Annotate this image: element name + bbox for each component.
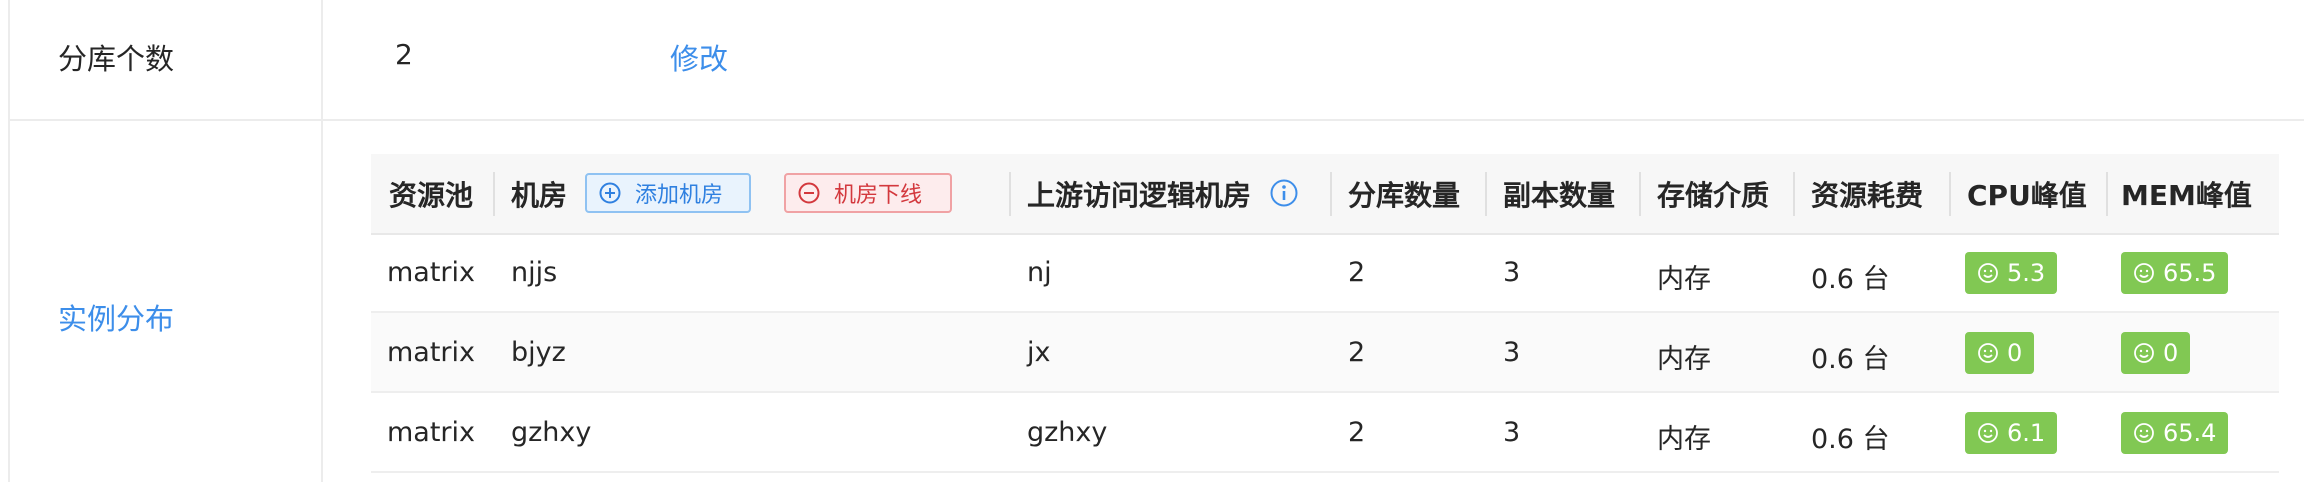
table-row: matrix bjyz jx 2 3 内存 0.6 台 0 0 — [371, 313, 2279, 393]
cell-shards: 2 — [1348, 337, 1366, 368]
cell-upstream: jx — [1027, 337, 1051, 368]
mem-peak-value: 65.5 — [2163, 259, 2217, 287]
col-header-cost: 资源耗费 — [1811, 179, 1924, 212]
shard-count-label: 分库个数 — [58, 42, 175, 76]
smile-icon — [1978, 423, 1998, 443]
smile-icon — [1978, 343, 1998, 363]
col-header-replicas: 副本数量 — [1503, 179, 1616, 212]
cell-upstream: nj — [1027, 257, 1052, 288]
header-divider — [1949, 172, 1951, 216]
left-border — [8, 0, 10, 482]
room-offline-label: 机房下线 — [834, 183, 923, 208]
header-divider — [1639, 172, 1641, 216]
cell-room: njjs — [511, 257, 558, 288]
label-column-divider — [321, 0, 323, 482]
cpu-peak-value: 0 — [2007, 339, 2023, 367]
cell-cost: 0.6 台 — [1811, 344, 1890, 375]
cell-cost: 0.6 台 — [1811, 264, 1890, 295]
smile-icon — [2134, 423, 2154, 443]
cell-medium: 内存 — [1657, 344, 1711, 375]
cpu-peak-badge: 5.3 — [1965, 252, 2058, 294]
minus-circle-icon — [798, 182, 820, 204]
cpu-peak-badge: 6.1 — [1965, 412, 2058, 454]
cell-replicas: 3 — [1503, 337, 1521, 368]
cpu-peak-value: 5.3 — [2007, 259, 2046, 287]
cell-replicas: 3 — [1503, 417, 1521, 448]
header-divider — [2106, 172, 2108, 216]
cell-cost: 0.6 台 — [1811, 424, 1890, 455]
cell-room: bjyz — [511, 337, 566, 368]
cell-pool: matrix — [387, 337, 476, 368]
cell-shards: 2 — [1348, 257, 1366, 288]
col-header-upstream: 上游访问逻辑机房 — [1027, 179, 1252, 212]
mem-peak-value: 0 — [2163, 339, 2179, 367]
mem-peak-badge: 65.5 — [2121, 252, 2229, 294]
service-detail-panel: 分库个数 2 修改 实例分布 资源池 机房 添加机房 机房下线 上游访问逻辑机房… — [0, 0, 2304, 482]
header-divider — [1009, 172, 1011, 216]
header-divider — [1330, 172, 1332, 216]
cell-pool: matrix — [387, 417, 476, 448]
add-room-label: 添加机房 — [635, 183, 724, 208]
instance-table: 资源池 机房 添加机房 机房下线 上游访问逻辑机房 分库数量 副本数量 存储介质… — [371, 154, 2279, 482]
table-row: matrix gzhxy gzhxy 2 3 内存 0.6 台 6.1 65.4 — [371, 393, 2279, 473]
cpu-peak-badge: 0 — [1965, 332, 2035, 374]
mem-peak-badge: 65.4 — [2121, 412, 2229, 454]
cell-replicas: 3 — [1503, 257, 1521, 288]
shard-count-value: 2 — [395, 38, 413, 71]
add-room-button[interactable]: 添加机房 — [585, 173, 751, 213]
info-circle-icon[interactable] — [1269, 178, 1299, 208]
mem-peak-badge: 0 — [2121, 332, 2191, 374]
col-header-room: 机房 — [511, 179, 568, 212]
col-header-pool: 资源池 — [389, 179, 474, 212]
cpu-peak-value: 6.1 — [2007, 419, 2046, 447]
col-header-mem: MEM峰值 — [2121, 179, 2252, 212]
header-divider — [1485, 172, 1487, 216]
modify-link[interactable]: 修改 — [670, 36, 728, 78]
header-divider — [493, 172, 495, 216]
mem-peak-value: 65.4 — [2163, 419, 2217, 447]
cell-room: gzhxy — [511, 417, 592, 448]
cell-pool: matrix — [387, 257, 476, 288]
cell-medium: 内存 — [1657, 264, 1711, 295]
smile-icon — [2134, 263, 2154, 283]
smile-icon — [1978, 263, 1998, 283]
instance-distribution-label[interactable]: 实例分布 — [58, 296, 174, 338]
cell-medium: 内存 — [1657, 424, 1711, 455]
col-header-cpu: CPU峰值 — [1967, 179, 2087, 212]
col-header-shards: 分库数量 — [1348, 179, 1461, 212]
section-divider — [10, 119, 2304, 121]
room-offline-button[interactable]: 机房下线 — [784, 173, 952, 213]
table-row: matrix njjs nj 2 3 内存 0.6 台 5.3 65.5 — [371, 233, 2279, 313]
header-divider — [1793, 172, 1795, 216]
plus-circle-icon — [599, 182, 621, 204]
cell-shards: 2 — [1348, 417, 1366, 448]
cell-upstream: gzhxy — [1027, 417, 1108, 448]
smile-icon — [2134, 343, 2154, 363]
col-header-medium: 存储介质 — [1657, 179, 1770, 212]
table-header: 资源池 机房 添加机房 机房下线 上游访问逻辑机房 分库数量 副本数量 存储介质… — [371, 154, 2279, 235]
